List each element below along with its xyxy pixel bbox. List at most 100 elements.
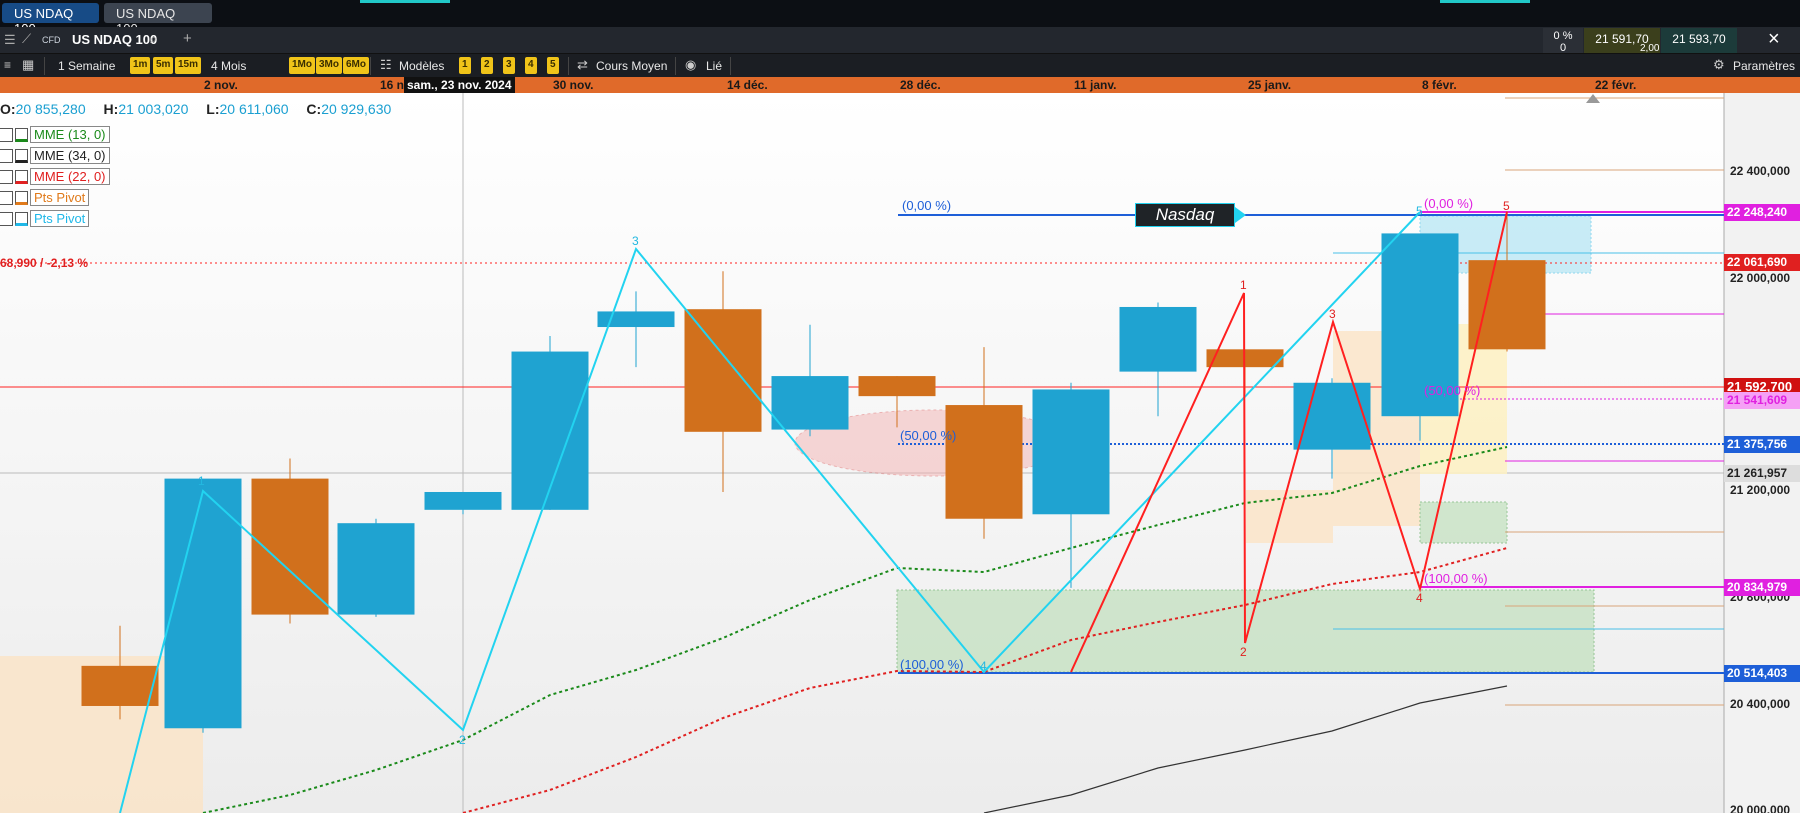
buy-price-button[interactable]: 21 593,70 — [1661, 28, 1737, 53]
tab-us-ndaq-100[interactable]: US NDAQ 100 — [104, 3, 212, 36]
price-chart[interactable] — [0, 93, 1800, 813]
indicator-label[interactable]: Pts Pivot — [30, 189, 90, 207]
candle-body[interactable] — [1032, 389, 1110, 515]
period-selector[interactable]: 1 Semaine — [58, 59, 115, 73]
range-chip-1mo[interactable]: 1Mo — [289, 57, 315, 74]
range-chip-3mo[interactable]: 3Mo — [316, 57, 342, 74]
tab-accent — [1440, 0, 1530, 3]
toggle-visibility-icon[interactable] — [0, 127, 13, 142]
candle-body[interactable] — [945, 405, 1023, 519]
indicator-legend-row[interactable]: Pts Pivot — [0, 210, 90, 228]
tab-us-ndaq-100-active[interactable]: US NDAQ 100 — [2, 3, 99, 36]
red-wave-label: 4 — [1416, 591, 1423, 605]
ask-price: 21 593,70 — [1672, 32, 1726, 46]
average-cost-icon: ⇄ — [577, 57, 588, 72]
date-axis: 2 nov. 16 n 30 nov. 14 déc. 28 déc. 11 j… — [0, 77, 1800, 93]
separator — [44, 57, 45, 75]
layout-grid-icon[interactable]: ▦ — [22, 57, 34, 73]
candle-body[interactable] — [858, 376, 936, 397]
candle-body[interactable] — [771, 376, 849, 430]
indicator-label[interactable]: MME (22, 0) — [30, 168, 110, 186]
open-value: 20 855,280 — [15, 101, 86, 117]
range-chip-6mo[interactable]: 6Mo — [343, 57, 369, 74]
color-swatch[interactable] — [15, 148, 28, 163]
indicator-legend-row[interactable]: MME (22, 0) — [0, 168, 110, 186]
fib-label: (50,00 %) — [900, 428, 957, 443]
candle-body[interactable] — [424, 491, 502, 510]
template-chip-4[interactable]: 4 — [525, 57, 537, 74]
change-box: 0 % 0 — [1543, 28, 1583, 54]
candle-body[interactable] — [684, 309, 762, 432]
search-icon[interactable]: ⌕ — [150, 31, 157, 47]
link-eye-icon: ◉ — [685, 57, 697, 72]
add-tab-icon[interactable]: + — [183, 30, 192, 47]
date-tick-label: 28 déc. — [900, 78, 941, 92]
color-swatch[interactable] — [15, 190, 28, 205]
close-value: 20 929,630 — [321, 101, 392, 117]
color-swatch[interactable] — [15, 127, 28, 142]
candle-body[interactable] — [1468, 260, 1546, 350]
template-chip-5[interactable]: 5 — [547, 57, 559, 74]
color-swatch[interactable] — [15, 169, 28, 184]
interval-chip-1m[interactable]: 1m — [130, 57, 151, 74]
toggle-visibility-icon[interactable] — [0, 148, 13, 163]
range-selector[interactable]: 4 Mois — [211, 59, 246, 73]
linked-button[interactable]: Lié — [706, 59, 722, 73]
toggle-visibility-icon[interactable] — [0, 190, 13, 205]
menu-icon[interactable]: ☰ — [4, 32, 16, 48]
date-tick-label: 22 févr. — [1595, 78, 1637, 92]
cyan-wave-label: 3 — [632, 234, 639, 248]
templates-button[interactable]: Modèles — [399, 59, 444, 73]
price-tick-label: 22 400,000 — [1730, 164, 1791, 178]
color-swatch[interactable] — [15, 211, 28, 226]
indicator-label[interactable]: MME (34, 0) — [30, 147, 110, 165]
indicator-legend-row[interactable]: Pts Pivot — [0, 189, 90, 207]
ohlc-readout: O:20 855,280 H:21 003,020 L:20 611,060 C… — [0, 101, 391, 117]
indicator-label[interactable]: MME (13, 0) — [30, 126, 110, 144]
price-tag-fib-50: 21 375,756 — [1724, 436, 1800, 453]
indicator-label[interactable]: Pts Pivot — [30, 210, 90, 228]
interval-chip-15m[interactable]: 15m — [175, 57, 202, 74]
high-value: 21 003,020 — [118, 101, 189, 117]
candle-body[interactable] — [81, 665, 159, 706]
red-wave-label: 2 — [1240, 645, 1247, 659]
candle-body[interactable] — [1293, 382, 1371, 450]
indicator-legend-row[interactable]: MME (13, 0) — [0, 126, 110, 144]
price-tag-fib-100: 20 514,403 — [1724, 665, 1800, 682]
fib-label: (50,00 %) — [1424, 383, 1481, 398]
tab-accent — [360, 0, 450, 3]
date-tick-label: 8 févr. — [1422, 78, 1457, 92]
settings-button[interactable]: Paramètres — [1733, 59, 1795, 73]
candle-body[interactable] — [1119, 306, 1197, 372]
nasdaq-annotation[interactable]: Nasdaq — [1135, 203, 1235, 227]
trading-platform-window: US NDAQ 100 US NDAQ 100 ☰ ⟋ CFD US NDAQ … — [0, 0, 1800, 813]
close-window-icon[interactable]: × — [1768, 28, 1780, 51]
candle-body[interactable] — [337, 523, 415, 615]
separator — [568, 57, 569, 75]
price-tick-label: 21 200,000 — [1730, 483, 1791, 497]
template-chip-3[interactable]: 3 — [503, 57, 515, 74]
indicator-legend-row[interactable]: MME (34, 0) — [0, 147, 110, 165]
toggle-visibility-icon[interactable] — [0, 169, 13, 184]
template-chip-2[interactable]: 2 — [481, 57, 493, 74]
separator — [370, 57, 371, 75]
red-wave-label: 5 — [1503, 199, 1510, 213]
toggle-visibility-icon[interactable] — [0, 211, 13, 226]
nasdaq-arrow-icon — [1235, 207, 1246, 223]
date-tick-label: 25 janv. — [1248, 78, 1292, 92]
interval-chip-5m[interactable]: 5m — [153, 57, 174, 74]
date-tick-label: 2 nov. — [204, 78, 238, 92]
settings-gear-icon: ⚙ — [1713, 57, 1725, 72]
close-label: C: — [306, 101, 322, 117]
average-cost-button[interactable]: Cours Moyen — [596, 59, 667, 73]
price-tag-pivot-high: 22 248,240 — [1724, 204, 1800, 221]
template-chip-1[interactable]: 1 — [459, 57, 471, 74]
alert-marker-icon[interactable] — [1586, 94, 1600, 103]
date-tick-label: 30 nov. — [553, 78, 594, 92]
high-label: H: — [103, 101, 119, 117]
alert-level-label: 68,990 / -2,13 % — [0, 256, 89, 270]
draw-tool-icon[interactable]: ⟋ — [22, 31, 31, 47]
menu-icon[interactable]: ≡ — [4, 58, 11, 72]
instrument-name[interactable]: US NDAQ 100 — [72, 32, 157, 47]
fib-label: (0,00 %) — [902, 198, 952, 213]
